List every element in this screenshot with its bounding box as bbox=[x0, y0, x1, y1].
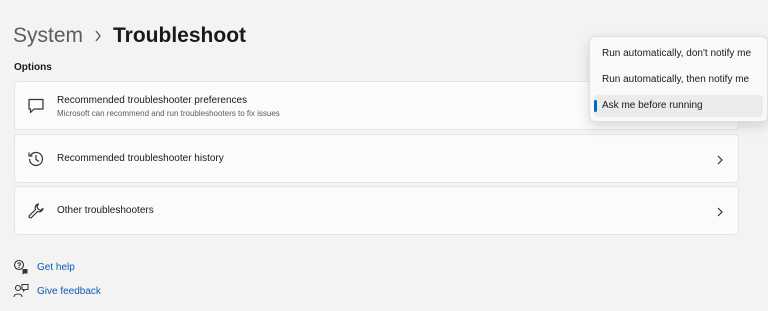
card-subtitle: Microsoft can recommend and run troubles… bbox=[57, 109, 280, 118]
selected-indicator bbox=[594, 100, 597, 112]
troubleshooter-preference-dropdown: Run automatically, don't notify me Run a… bbox=[589, 36, 768, 122]
feedback-person-icon bbox=[13, 283, 29, 299]
page-title: Troubleshoot bbox=[113, 24, 247, 47]
card-title: Recommended troubleshooter history bbox=[57, 153, 224, 164]
troubleshooter-history-card[interactable]: Recommended troubleshooter history bbox=[14, 134, 739, 183]
section-label-options: Options bbox=[14, 62, 52, 73]
chat-bubble-icon bbox=[26, 96, 46, 116]
dropdown-option-run-auto-then-notify[interactable]: Run automatically, then notify me bbox=[594, 69, 763, 91]
dropdown-option-run-auto-dont-notify[interactable]: Run automatically, don't notify me bbox=[594, 43, 763, 65]
dropdown-option-ask-before-running[interactable]: Ask me before running bbox=[594, 95, 763, 117]
other-troubleshooters-card[interactable]: Other troubleshooters bbox=[14, 186, 739, 235]
chevron-right-icon bbox=[715, 205, 725, 217]
give-feedback-link[interactable]: Give feedback bbox=[13, 283, 101, 299]
breadcrumb: System Troubleshoot bbox=[13, 20, 246, 52]
dropdown-option-label: Ask me before running bbox=[602, 100, 703, 111]
give-feedback-label: Give feedback bbox=[37, 285, 101, 297]
history-icon bbox=[26, 149, 46, 169]
chevron-right-icon bbox=[83, 20, 113, 52]
chevron-right-icon bbox=[715, 153, 725, 165]
card-title: Other troubleshooters bbox=[57, 205, 154, 216]
get-help-link[interactable]: Get help bbox=[13, 259, 75, 275]
card-title: Recommended troubleshooter preferences bbox=[57, 95, 248, 106]
wrench-icon bbox=[26, 201, 46, 221]
breadcrumb-system-link[interactable]: System bbox=[13, 20, 83, 52]
get-help-label: Get help bbox=[37, 261, 75, 273]
help-chat-icon bbox=[13, 259, 29, 275]
